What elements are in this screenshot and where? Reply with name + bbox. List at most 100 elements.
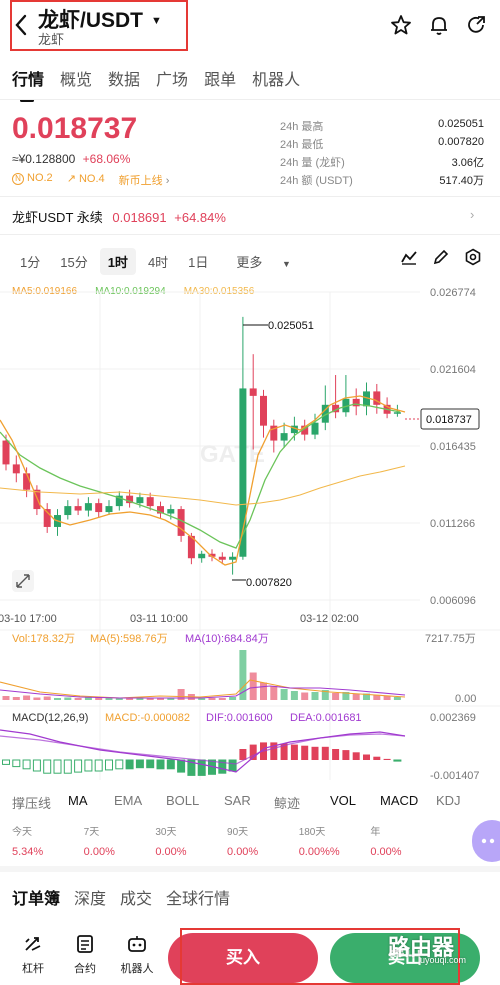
macd-bar [290,744,298,760]
footer-margin[interactable]: 杠杆 [8,934,58,976]
tab-trades[interactable]: 成交 [120,885,152,909]
tab-global[interactable]: 全球行情 [166,885,230,909]
candle-body [12,464,20,474]
perf-value: 0.00% [370,846,402,858]
price-axis-label: 0.021604 [430,364,476,376]
perf-value: 0.00% [83,846,115,858]
volume-bar [332,693,340,700]
volume-bar [74,698,82,700]
time-axis-label: 03-10 17:00 [0,613,57,625]
macd-bar [105,759,113,771]
perf-period: 90天 [227,827,249,838]
footer-contract[interactable]: 合约 [60,934,110,976]
price-axis-label: 0.026774 [430,287,476,299]
perf-30d: 30天 0.00% [155,823,227,858]
macd-dif: DIF:0.001600 [206,712,273,724]
low-price-label: 0.007820 [246,577,292,589]
candle-body [352,398,360,407]
ind-whale[interactable]: 鲸迹 [274,793,330,812]
perf-today: 今天 5.34% [12,823,84,858]
footer-label: 合约 [74,963,96,975]
ind-kdj[interactable]: KDJ [436,793,466,812]
indicator-tabs: 撑压线 MA EMA BOLL SAR 鲸迹 VOL MACD KDJ [12,793,466,812]
candle-body [84,503,92,511]
candle-body [280,433,288,441]
margin-icon [22,934,44,954]
grid-lines [0,291,500,780]
volume-bar [218,698,226,700]
macd-bar [32,759,41,772]
tab-orderbook[interactable]: 订单簿 [12,885,60,909]
vol-label: Vol:178.32万 [12,633,75,645]
macd-bar [393,759,402,762]
perf-1y: 年 0.00% [370,823,442,858]
watermark-logo: GATE [200,441,265,468]
ind-ema[interactable]: EMA [114,793,166,812]
macd-bar [63,759,72,774]
candle-body [2,440,10,465]
tab-depth[interactable]: 深度 [74,885,106,909]
macd-bar [239,749,247,760]
footer-label: 机器人 [120,963,154,975]
ind-ma[interactable]: MA [68,793,114,812]
perf-period: 180天 [298,827,326,838]
perf-period: 年 [370,827,381,838]
chat-bubble-icon[interactable] [472,820,500,862]
macd-bar [84,759,93,772]
macd-bar [301,745,309,760]
vol-ma5-label: MA(5):598.76万 [90,633,168,645]
ind-vol[interactable]: VOL [330,793,380,812]
volume-bar [260,682,267,700]
macd-bar [22,759,31,770]
vol-ma10-label: MA(10):684.84万 [185,633,269,645]
perf-value: 0.00%% [298,846,340,858]
volume-bar [290,691,298,700]
perf-period: 今天 [12,827,32,838]
candle-body [23,473,31,490]
footer-bot[interactable]: 机器人 [112,934,162,976]
volume-bar [208,698,216,700]
high-price-label: 0.025051 [268,320,314,332]
kline-chart[interactable]: GATE 0.026774 0.021604 0.016435 0.011266… [0,0,500,790]
macd-bar [115,759,124,770]
performance-row: 今天 5.34% 7天 0.00% 30天 0.00% 90天 0.00% 180天 0.… [12,823,442,858]
volume-bar [23,695,31,700]
volume-bar [12,697,20,700]
macd-dea: DEA:0.001681 [290,712,362,724]
ind-macd[interactable]: MACD [380,793,436,812]
candle-body [105,506,113,513]
perf-90d: 90天 0.00% [227,823,299,858]
perf-value: 0.00% [227,846,259,858]
orderbook-tabs: 订单簿 深度 成交 全球行情 [12,885,230,909]
macd-bottom-label: -0.001407 [430,770,480,782]
macd-bar [197,759,206,776]
macd-bar [2,759,10,765]
ind-boll[interactable]: BOLL [166,793,224,812]
macd-bar [373,756,381,760]
macd-params: MACD(12,26,9) [12,712,88,724]
candle-body [311,422,319,435]
volume-bar [229,697,237,700]
vol-min-label: 0.00 [455,693,476,705]
macd-bar [53,759,62,774]
candle-body [249,388,257,396]
ind-support[interactable]: 撑压线 [12,793,68,812]
candle-body [74,506,82,511]
macd-bar [166,759,175,770]
expand-icon[interactable] [12,570,34,592]
macd-bar [177,759,186,773]
candle-body [167,509,175,514]
vol-max-label: 7217.75万 [425,633,476,645]
volume-bar [64,697,72,700]
time-axis-label: 03-12 02:00 [300,613,359,625]
bot-icon [126,934,148,954]
section-divider [0,866,500,872]
macd-bar [12,759,21,768]
macd-top-label: 0.002369 [430,712,476,724]
macd-bar [125,759,134,770]
volume-bar [270,686,278,700]
macd-bar [321,746,329,760]
volume-bar [2,696,10,700]
ind-sar[interactable]: SAR [224,793,274,812]
macd-bar [74,759,83,773]
